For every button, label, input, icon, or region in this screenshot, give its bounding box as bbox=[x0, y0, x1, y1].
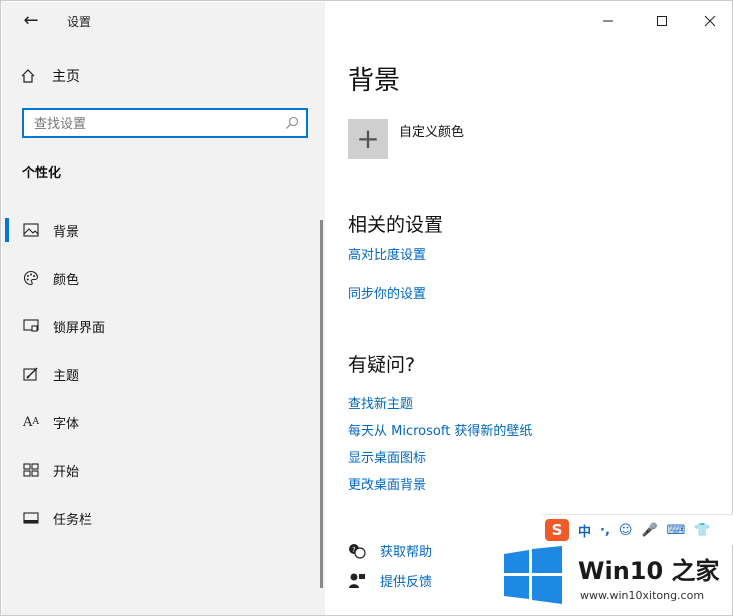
section-title: 个性化 bbox=[22, 166, 62, 181]
scrollbar[interactable] bbox=[320, 220, 323, 588]
sidebar-item-start[interactable]: 开始 bbox=[2, 446, 325, 494]
sidebar-item-label: 颜色 bbox=[53, 272, 80, 288]
sidebar-item-label: 背景 bbox=[53, 224, 80, 240]
back-arrow-icon[interactable]: ← bbox=[20, 10, 42, 32]
help-chat-icon: ? bbox=[348, 542, 366, 560]
theme-brush-icon bbox=[22, 365, 40, 383]
sidebar-item-label: 开始 bbox=[53, 464, 80, 480]
ime-mode-label: 中 bbox=[578, 524, 592, 540]
search-box[interactable] bbox=[22, 108, 308, 138]
custom-color-button[interactable]: + 自定义颜色 bbox=[348, 119, 464, 159]
sidebar-item-background[interactable]: 背景 bbox=[2, 206, 325, 254]
home-label: 主页 bbox=[52, 69, 80, 85]
close-icon bbox=[704, 15, 716, 27]
close-button[interactable] bbox=[698, 10, 722, 32]
lock-screen-icon bbox=[22, 317, 40, 335]
taskbar-icon bbox=[22, 509, 40, 527]
windows-logo-icon bbox=[504, 546, 562, 604]
selection-indicator bbox=[5, 218, 9, 242]
get-help-label: 获取帮助 bbox=[380, 545, 433, 560]
sidebar-item-label: 主题 bbox=[53, 368, 80, 384]
watermark-title: Win10 之家 bbox=[578, 557, 720, 585]
related-settings-heading: 相关的设置 bbox=[348, 214, 444, 236]
sidebar-item-colors[interactable]: 颜色 bbox=[2, 254, 325, 302]
maximize-button[interactable] bbox=[650, 10, 674, 32]
sidebar-item-label: 字体 bbox=[53, 416, 80, 432]
desktop-icons-link[interactable]: 显示桌面图标 bbox=[348, 447, 426, 466]
sidebar: ← 设置 主页 个性化 背景 颜色 锁屏界面 bbox=[2, 2, 325, 615]
font-icon: AA bbox=[23, 414, 39, 430]
emoji-icon: ☺ bbox=[618, 522, 633, 538]
sidebar-item-lock-screen[interactable]: 锁屏界面 bbox=[2, 302, 325, 350]
get-help-link[interactable]: ? 获取帮助 bbox=[348, 541, 432, 560]
sogou-logo-icon: S bbox=[545, 519, 569, 541]
change-background-link[interactable]: 更改桌面背景 bbox=[348, 474, 426, 493]
watermark: Win10 之家 www.win10xitong.com bbox=[498, 540, 733, 616]
sidebar-item-label: 锁屏界面 bbox=[53, 320, 106, 336]
svg-text:?: ? bbox=[352, 546, 356, 554]
home-icon bbox=[21, 69, 35, 83]
sidebar-item-themes[interactable]: 主题 bbox=[2, 350, 325, 398]
search-input[interactable] bbox=[32, 115, 276, 133]
start-grid-icon bbox=[22, 461, 40, 479]
page-title: 背景 bbox=[348, 66, 401, 96]
palette-icon bbox=[22, 269, 40, 287]
nav-list: 背景 颜色 锁屏界面 主题 AA 字体 开始 任务栏 bbox=[2, 206, 325, 542]
skin-icon: 👕 bbox=[694, 522, 711, 538]
feedback-label: 提供反馈 bbox=[380, 575, 433, 590]
search-icon[interactable] bbox=[285, 116, 299, 130]
punctuation-icon: ·, bbox=[600, 522, 610, 538]
sidebar-item-taskbar[interactable]: 任务栏 bbox=[2, 494, 325, 542]
sidebar-item-fonts[interactable]: AA 字体 bbox=[2, 398, 325, 446]
minimize-icon bbox=[603, 20, 613, 22]
sync-settings-link[interactable]: 同步你的设置 bbox=[348, 283, 426, 302]
find-themes-link[interactable]: 查找新主题 bbox=[348, 393, 413, 412]
feedback-link[interactable]: 提供反馈 bbox=[348, 571, 432, 590]
maximize-icon bbox=[657, 16, 667, 26]
microphone-icon: 🎤 bbox=[641, 522, 658, 538]
high-contrast-link[interactable]: 高对比度设置 bbox=[348, 244, 426, 263]
keyboard-icon: ⌨ bbox=[666, 522, 686, 538]
minimize-button[interactable] bbox=[596, 10, 620, 32]
app-title: 设置 bbox=[67, 15, 92, 29]
home-nav[interactable]: 主页 bbox=[20, 66, 80, 86]
custom-color-label: 自定义颜色 bbox=[399, 125, 465, 140]
questions-heading: 有疑问? bbox=[348, 354, 416, 376]
daily-wallpaper-link[interactable]: 每天从 Microsoft 获得新的壁纸 bbox=[348, 420, 532, 439]
picture-icon bbox=[22, 221, 40, 239]
sidebar-item-label: 任务栏 bbox=[53, 512, 93, 528]
watermark-url: www.win10xitong.com bbox=[580, 589, 705, 602]
feedback-icon bbox=[348, 572, 366, 590]
plus-icon: + bbox=[348, 119, 388, 159]
